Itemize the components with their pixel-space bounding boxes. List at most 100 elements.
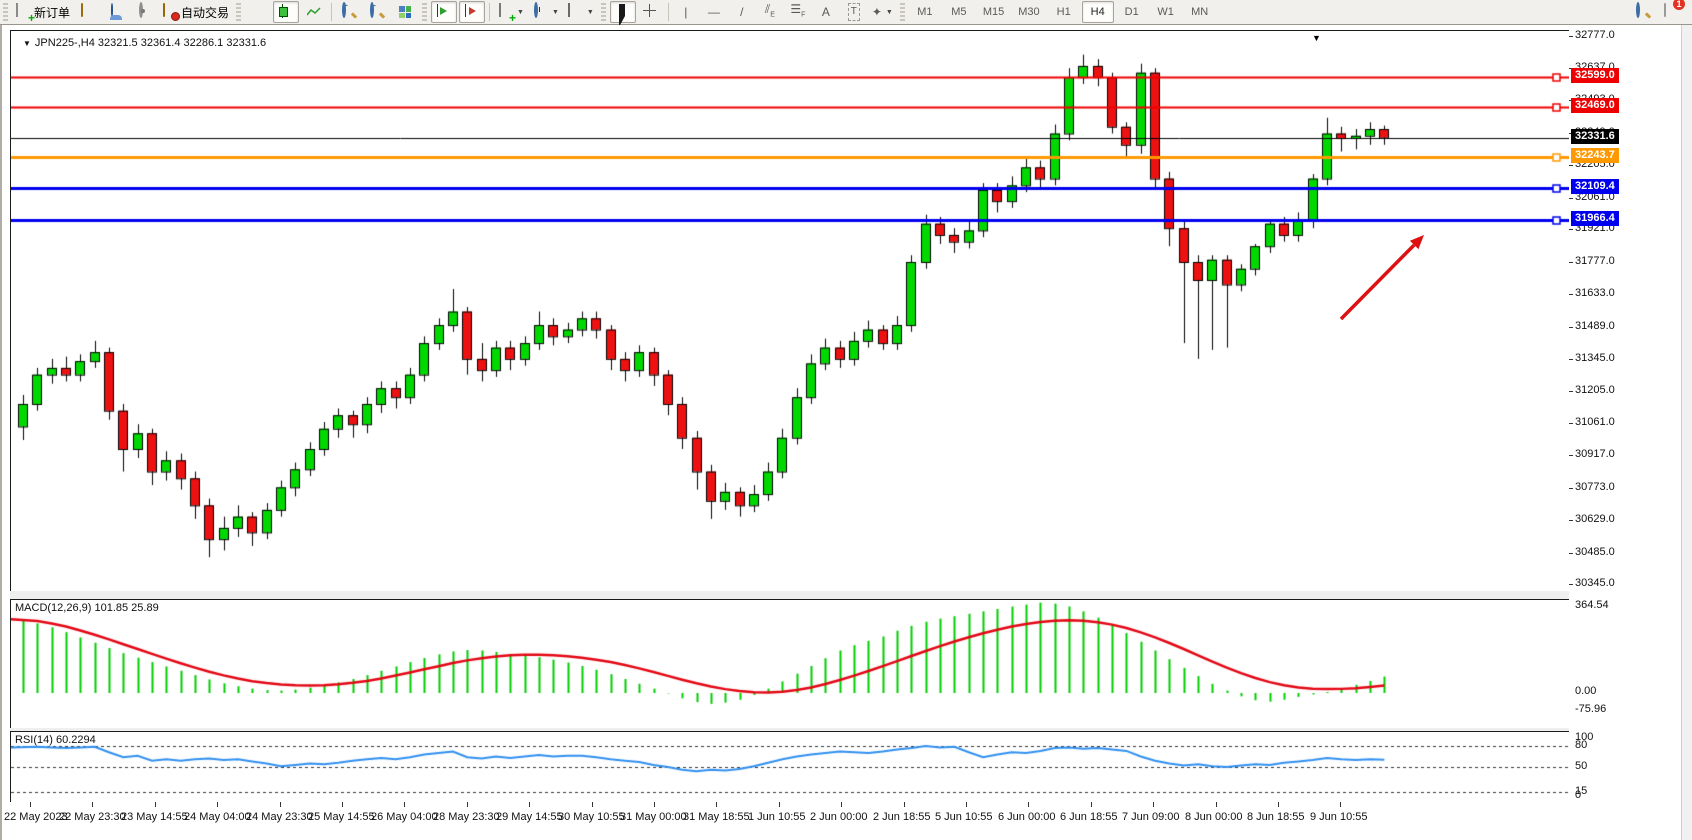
zoom-in-icon: +	[341, 4, 357, 20]
text-label-icon: T	[848, 3, 860, 21]
new-order-icon	[15, 4, 31, 20]
horizontal-line-button[interactable]: —	[701, 1, 727, 23]
chart-shift-marker[interactable]: ▼	[1312, 33, 1321, 43]
timeframe-m15-button[interactable]: M15	[977, 1, 1010, 23]
time-axis-label: 22 May 23:30	[59, 811, 126, 823]
macd-chart-canvas[interactable]	[11, 600, 1569, 728]
time-axis[interactable]: 22 May 202322 May 23:3023 May 14:5524 Ma…	[2, 802, 1680, 840]
price-line-tag: 32331.6	[1571, 129, 1619, 144]
new-order-button[interactable]: 新订单	[12, 1, 73, 23]
price-axis-label: 30773.0	[1575, 481, 1615, 493]
market-watch-button[interactable]	[103, 1, 129, 23]
price-line-tag: 32243.7	[1571, 148, 1619, 163]
time-tick-mark	[30, 802, 31, 807]
time-tick-mark	[779, 802, 780, 807]
time-axis-label: 6 Jun 18:55	[1060, 811, 1118, 823]
rsi-axis-label: 80	[1575, 739, 1587, 751]
dropdown-arrow-icon: ▼	[517, 9, 524, 16]
timeframe-m1-button[interactable]: M1	[909, 1, 941, 23]
tile-windows-button[interactable]	[392, 1, 418, 23]
toolbar-grip[interactable]	[601, 3, 606, 21]
price-axis-label: 31489.0	[1575, 320, 1615, 332]
signals-button[interactable]	[131, 1, 157, 23]
rsi-axis[interactable]: 1008050150	[1569, 731, 1680, 803]
axis-tick-mark	[1569, 584, 1573, 585]
zoom-out-button[interactable]: −	[364, 1, 390, 23]
crosshair-button[interactable]	[638, 1, 664, 23]
time-tick-mark	[1091, 802, 1092, 807]
time-axis-label: 30 May 10:55	[558, 811, 625, 823]
price-axis[interactable]: 32777.032637.032493.032349.032205.032061…	[1569, 30, 1680, 592]
rsi-chart-canvas[interactable]	[11, 732, 1569, 802]
vertical-scrollbar[interactable]	[1681, 25, 1692, 840]
time-tick-mark	[404, 802, 405, 807]
time-axis-label: 2 Jun 18:55	[873, 811, 931, 823]
axis-tick-mark	[1569, 553, 1573, 554]
axis-tick-mark	[1569, 262, 1573, 263]
timeframe-h1-button[interactable]: H1	[1048, 1, 1080, 23]
time-axis-label: 31 May 00:00	[620, 811, 687, 823]
panel-separator[interactable]	[10, 591, 1569, 599]
zoom-in-button[interactable]: +	[336, 1, 362, 23]
toolbar-grip[interactable]	[900, 3, 905, 21]
symbol-dropdown-icon[interactable]: ▼	[23, 39, 31, 48]
templates-button[interactable]: ▼	[564, 1, 597, 23]
text-button[interactable]: A	[813, 1, 839, 23]
template-icon	[567, 4, 583, 20]
arrows-button[interactable]: ✦▼	[869, 1, 896, 23]
notifications-button[interactable]: 1	[1658, 1, 1684, 23]
timeframe-group: M1M5M15M30H1H4D1W1MN	[908, 1, 1217, 23]
time-tick-mark	[280, 802, 281, 807]
axis-tick-mark	[1569, 229, 1573, 230]
macd-axis[interactable]: 364.540.00-75.96	[1569, 599, 1680, 729]
timeframe-d1-button[interactable]: D1	[1116, 1, 1148, 23]
channel-button[interactable]: ⫽E	[757, 1, 783, 23]
timeframe-mn-button[interactable]: MN	[1184, 1, 1216, 23]
search-button[interactable]	[1630, 1, 1656, 23]
auto-scroll-icon	[436, 4, 452, 20]
time-tick-mark	[1216, 802, 1217, 807]
timeframe-h4-button[interactable]: H4	[1082, 1, 1114, 23]
toolbar-grip[interactable]	[236, 3, 241, 21]
toolbar-grip[interactable]	[422, 3, 427, 21]
toolbar-grip[interactable]	[3, 3, 8, 21]
time-tick-mark	[966, 802, 967, 807]
autotrade-button[interactable]: 自动交易	[159, 1, 232, 23]
time-tick-mark	[1278, 802, 1279, 807]
timeframe-m5-button[interactable]: M5	[943, 1, 975, 23]
cursor-button[interactable]	[610, 1, 636, 23]
rsi-panel: RSI(14) 60.2294	[10, 731, 1570, 803]
fibonacci-button[interactable]: ☰F	[785, 1, 811, 23]
vertical-line-button[interactable]: |	[673, 1, 699, 23]
macd-axis-label: -75.96	[1575, 703, 1606, 715]
chart-shift-button[interactable]	[459, 1, 485, 23]
price-axis-label: 32777.0	[1575, 29, 1615, 41]
timeframe-w1-button[interactable]: W1	[1150, 1, 1182, 23]
price-line-tag: 31966.4	[1571, 211, 1619, 226]
indicators-button[interactable]: ▼	[494, 1, 527, 23]
line-chart-icon	[307, 6, 321, 18]
time-tick-mark	[654, 802, 655, 807]
bar-chart-button[interactable]	[245, 1, 271, 23]
time-axis-label: 9 Jun 10:55	[1310, 811, 1368, 823]
axis-tick-mark	[1569, 359, 1573, 360]
price-chart-canvas[interactable]	[11, 31, 1569, 591]
axis-tick-mark	[1569, 488, 1573, 489]
price-axis-label: 30485.0	[1575, 546, 1615, 558]
quotes-button[interactable]	[75, 1, 101, 23]
candlestick-chart-button[interactable]	[273, 1, 299, 23]
time-axis-label: 6 Jun 00:00	[998, 811, 1056, 823]
periods-button[interactable]: ▼	[529, 1, 562, 23]
time-tick-mark	[716, 802, 717, 807]
timeframe-m30-button[interactable]: M30	[1012, 1, 1045, 23]
trendline-button[interactable]: /	[729, 1, 755, 23]
main-toolbar: 新订单 自动交易 + − ▼ ▼ ▼ | — / ⫽E ☰F A T ✦▼ M1…	[0, 0, 1692, 25]
axis-tick-mark	[1569, 455, 1573, 456]
time-tick-mark	[1028, 802, 1029, 807]
rsi-axis-label: 0	[1575, 789, 1581, 801]
auto-scroll-button[interactable]	[431, 1, 457, 23]
text-label-button[interactable]: T	[841, 1, 867, 23]
macd-axis-label: 0.00	[1575, 685, 1596, 697]
time-axis-label: 23 May 14:55	[121, 811, 188, 823]
line-chart-button[interactable]	[301, 1, 327, 23]
